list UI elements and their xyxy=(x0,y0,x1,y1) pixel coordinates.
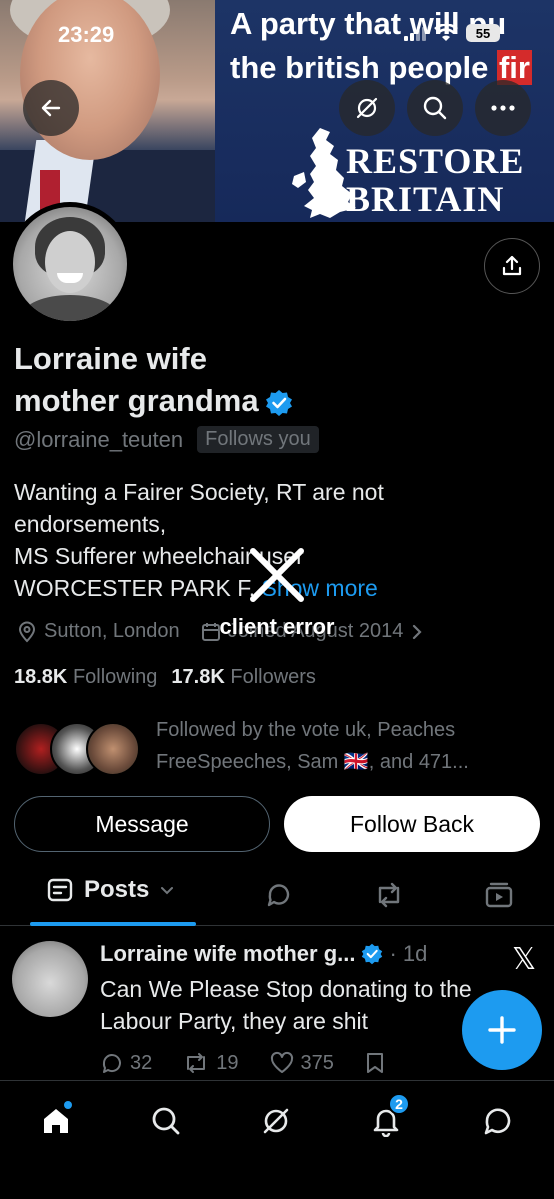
back-button[interactable] xyxy=(23,80,79,136)
wifi-icon xyxy=(434,24,458,41)
follow-back-button[interactable]: Follow Back xyxy=(284,796,540,852)
chevron-down-icon xyxy=(161,887,174,895)
handle: @lorraine_teuten xyxy=(14,426,184,452)
verified-badge-icon xyxy=(265,389,292,416)
share-button[interactable] xyxy=(484,238,540,294)
nav-notifications[interactable]: 2 xyxy=(364,1093,410,1143)
x-logo-icon: 𝕏 xyxy=(512,942,537,977)
nav-grok[interactable] xyxy=(254,1099,298,1143)
following-stat[interactable]: 18.8K Following xyxy=(14,666,157,689)
battery-indicator: 55 xyxy=(466,24,500,42)
grok-icon xyxy=(263,1108,289,1134)
avatar xyxy=(86,722,140,776)
chevron-right-icon[interactable] xyxy=(409,623,425,641)
avatar[interactable] xyxy=(12,941,88,1017)
tab-replies-icon[interactable] xyxy=(264,880,294,910)
message-button[interactable]: Message xyxy=(14,796,270,852)
nav-search[interactable] xyxy=(144,1099,188,1143)
client-error-overlay: client error xyxy=(214,545,340,640)
posts-icon xyxy=(47,878,73,902)
tab-media-icon[interactable] xyxy=(484,880,514,910)
search-icon xyxy=(423,96,447,120)
profile-tabs: Posts xyxy=(0,868,554,926)
home-icon xyxy=(44,1109,68,1133)
verified-badge-icon xyxy=(362,943,383,965)
followed-by[interactable]: Followed by the vote uk, Peaches FreeSpe… xyxy=(14,714,536,778)
post-actions: 32 19 375 xyxy=(100,1051,386,1075)
like-button[interactable]: 375 xyxy=(269,1051,334,1075)
tab-reposts-icon[interactable] xyxy=(372,880,406,910)
chat-icon xyxy=(484,1108,511,1135)
follow-stats: 18.8K Following 17.8K Followers xyxy=(14,666,316,689)
heart-icon xyxy=(270,1051,293,1073)
like-count: 375 xyxy=(300,1051,334,1074)
signal-icon xyxy=(404,25,426,41)
nav-home[interactable] xyxy=(34,1099,78,1143)
bio-line: endorsements, xyxy=(14,511,167,537)
reply-count: 32 xyxy=(130,1051,153,1074)
share-icon xyxy=(502,255,522,276)
followed-by-text: Followed by the vote uk, Peaches FreeSpe… xyxy=(156,719,469,773)
close-icon xyxy=(250,548,304,602)
repost-button[interactable]: 19 xyxy=(182,1051,239,1075)
location-text: Sutton, London xyxy=(44,620,180,642)
search-icon xyxy=(152,1107,180,1135)
status-icons: 55 xyxy=(404,24,500,42)
profile-avatar[interactable] xyxy=(8,202,132,326)
notification-badge: 2 xyxy=(388,1093,410,1115)
grok-icon xyxy=(356,97,378,119)
more-button[interactable] xyxy=(475,80,531,136)
tab-posts-label: Posts xyxy=(84,876,150,903)
plus-icon xyxy=(488,1016,516,1044)
followers-stat[interactable]: 17.8K Followers xyxy=(171,666,316,689)
display-name: Lorraine wife mother grandma xyxy=(14,338,434,422)
post-header: Lorraine wife mother g... · 1d xyxy=(100,941,427,967)
followers-you-know-avatars xyxy=(14,718,142,776)
tab-posts[interactable]: Posts xyxy=(46,876,175,904)
search-button[interactable] xyxy=(407,80,463,136)
banner-slogan: A party that will pu the british people … xyxy=(230,6,532,85)
avatar xyxy=(13,207,127,321)
nav-messages[interactable] xyxy=(476,1099,520,1143)
new-content-dot xyxy=(64,1101,72,1109)
bottom-nav: 2 xyxy=(0,1080,554,1199)
client-error-text: client error xyxy=(219,614,335,639)
grok-button[interactable] xyxy=(339,80,395,136)
repost-icon xyxy=(187,1053,206,1073)
more-icon xyxy=(491,105,515,111)
repost-count: 19 xyxy=(216,1051,239,1074)
handle-row: @lorraine_teuten Follows you xyxy=(14,426,319,453)
arrow-left-icon xyxy=(41,99,61,117)
banner-brand: RESTORE BRITAIN xyxy=(346,141,525,219)
post-author-name: Lorraine wife mother g... xyxy=(100,941,356,966)
reply-button[interactable]: 32 xyxy=(100,1051,152,1075)
compose-button[interactable] xyxy=(462,990,542,1070)
reply-icon xyxy=(102,1054,121,1073)
post-time: · 1d xyxy=(389,941,428,966)
bookmark-icon[interactable] xyxy=(364,1051,386,1075)
status-time: 23:29 xyxy=(58,22,115,47)
tab-active-indicator xyxy=(30,922,196,926)
follows-you-badge: Follows you xyxy=(197,426,319,453)
location-icon xyxy=(18,621,36,642)
bio-line: Wanting a Fairer Society, RT are not xyxy=(14,479,384,505)
